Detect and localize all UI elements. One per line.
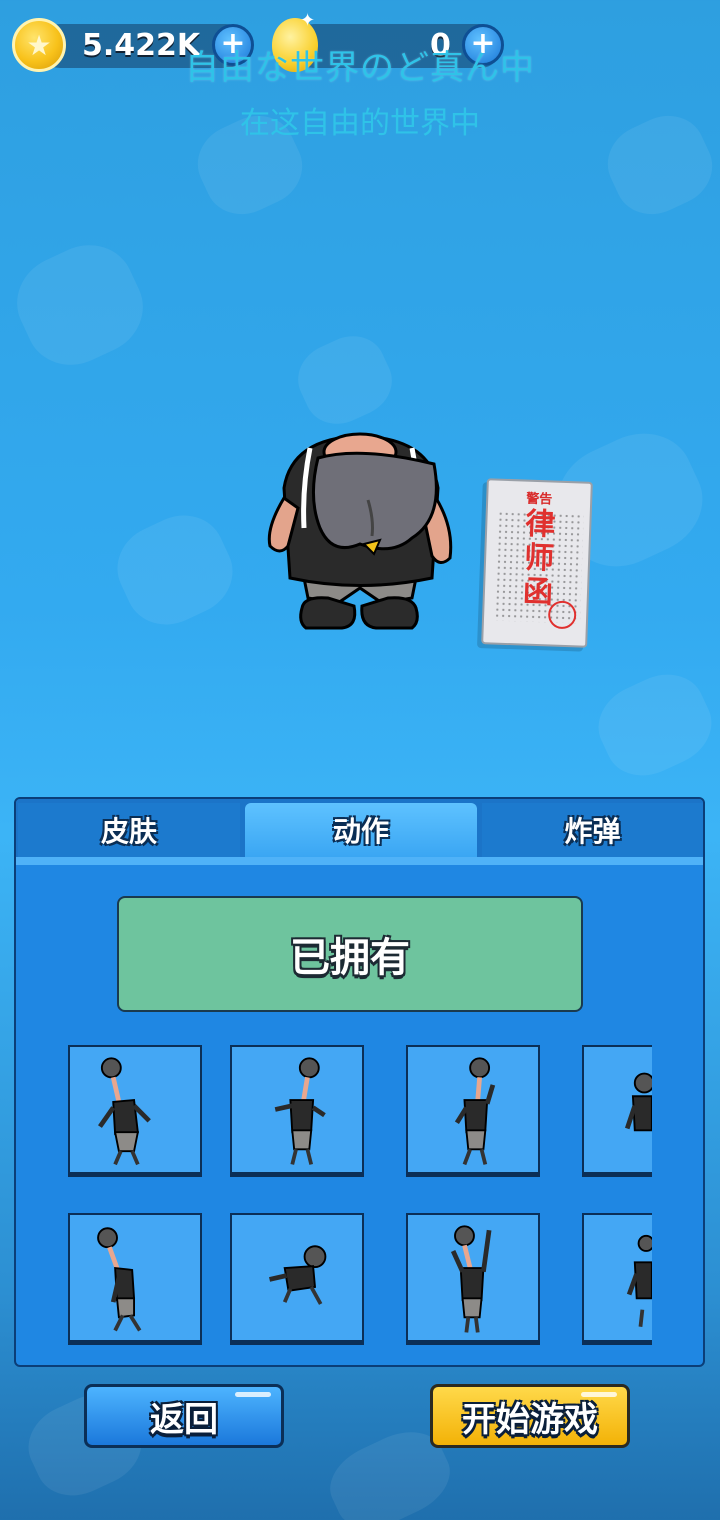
subtitle-japanese: 自由な世界のど真ん中 <box>185 48 535 88</box>
button-shine <box>235 1392 271 1397</box>
character-preview <box>267 432 453 630</box>
background-pattern <box>586 660 720 790</box>
start-game-label: 开始游戏 <box>462 1399 598 1440</box>
shop-panel: 皮肤 动作 炸弹 已拥有 <box>14 797 705 1367</box>
action-card[interactable] <box>406 1213 540 1345</box>
lawyer-letter-icon: 警告 律师函 <box>481 478 593 648</box>
action-card[interactable] <box>406 1045 540 1177</box>
action-card[interactable] <box>68 1213 202 1345</box>
action-card[interactable] <box>582 1045 652 1177</box>
tab-actions[interactable]: 动作 <box>245 803 477 857</box>
letter-warning-label: 警告 <box>525 491 553 508</box>
stamp-icon <box>547 600 577 630</box>
letter-title: 律师函 <box>522 506 556 611</box>
back-button[interactable]: 返回 <box>84 1384 284 1448</box>
action-card[interactable] <box>230 1045 364 1177</box>
action-card[interactable] <box>582 1213 652 1345</box>
tab-underline <box>16 857 703 865</box>
button-shine <box>581 1392 617 1397</box>
tab-skins[interactable]: 皮肤 <box>18 803 240 857</box>
action-pose-figure <box>97 1227 142 1332</box>
action-pose-figure <box>274 1057 326 1165</box>
action-pose-figure <box>269 1245 327 1305</box>
start-game-button[interactable]: 开始游戏 <box>430 1384 630 1448</box>
background-pattern <box>2 229 158 381</box>
action-pose-figure <box>626 1234 652 1327</box>
background-pattern <box>104 501 246 639</box>
tab-label: 动作 <box>332 815 389 848</box>
action-pose-figure <box>454 1057 496 1166</box>
action-pose-figure <box>450 1225 492 1333</box>
tab-label: 炸弹 <box>564 815 621 848</box>
subtitle-chinese: 在这自由的世界中 <box>240 106 480 141</box>
background-pattern <box>287 324 403 436</box>
tab-bar: 皮肤 动作 炸弹 <box>16 799 703 857</box>
tab-bombs[interactable]: 炸弹 <box>482 803 703 857</box>
sparkle-icon: ✦ <box>300 10 316 31</box>
owned-status-button[interactable]: 已拥有 <box>117 896 583 1012</box>
action-card[interactable] <box>230 1213 364 1345</box>
action-grid <box>16 1031 652 1351</box>
back-button-label: 返回 <box>150 1399 218 1440</box>
action-pose-figure <box>624 1072 652 1132</box>
action-card[interactable] <box>68 1045 202 1177</box>
action-pose-figure <box>98 1057 151 1166</box>
tab-label: 皮肤 <box>100 815 157 848</box>
